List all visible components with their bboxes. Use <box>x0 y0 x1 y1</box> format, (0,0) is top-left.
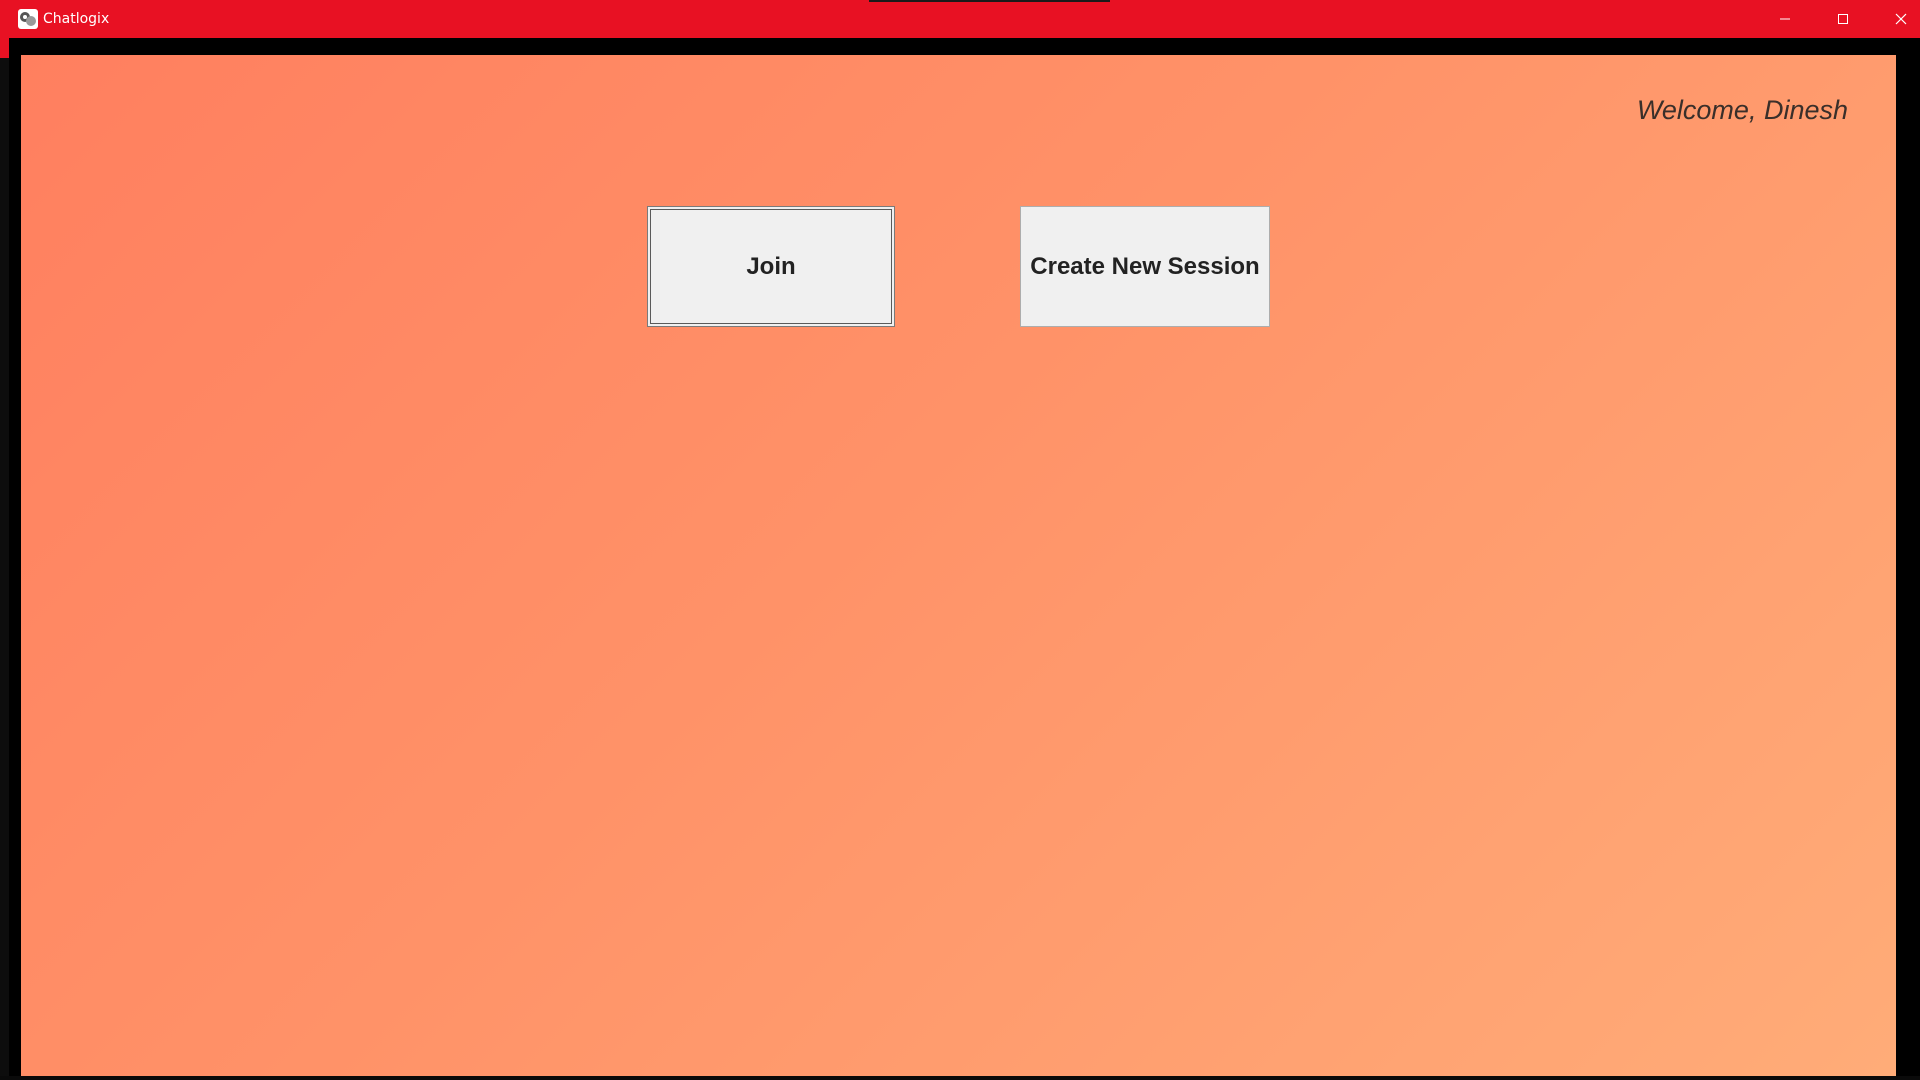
minimize-button[interactable] <box>1756 0 1814 38</box>
welcome-message: Welcome, Dinesh <box>1636 95 1848 125</box>
window-title: Chatlogix <box>43 11 110 27</box>
create-new-session-button[interactable]: Create New Session <box>1020 206 1270 327</box>
title-bar[interactable]: Chatlogix <box>0 0 1920 38</box>
app-logo-icon <box>18 9 38 29</box>
maximize-button[interactable] <box>1814 0 1872 38</box>
main-panel: Welcome, Dinesh Join Create New Session <box>21 55 1896 1080</box>
left-window-edge <box>0 38 9 1080</box>
close-button[interactable] <box>1872 0 1920 38</box>
bottom-window-edge <box>0 1076 1920 1080</box>
close-icon <box>1895 13 1907 25</box>
join-button[interactable]: Join <box>647 206 895 327</box>
app-window: Chatlogix Welcome, Dinesh Join Create Ne… <box>0 0 1920 1080</box>
left-edge-accent <box>0 38 9 58</box>
title-bar-indicator <box>869 0 1110 2</box>
maximize-icon <box>1838 14 1848 24</box>
minimize-icon <box>1780 18 1790 20</box>
